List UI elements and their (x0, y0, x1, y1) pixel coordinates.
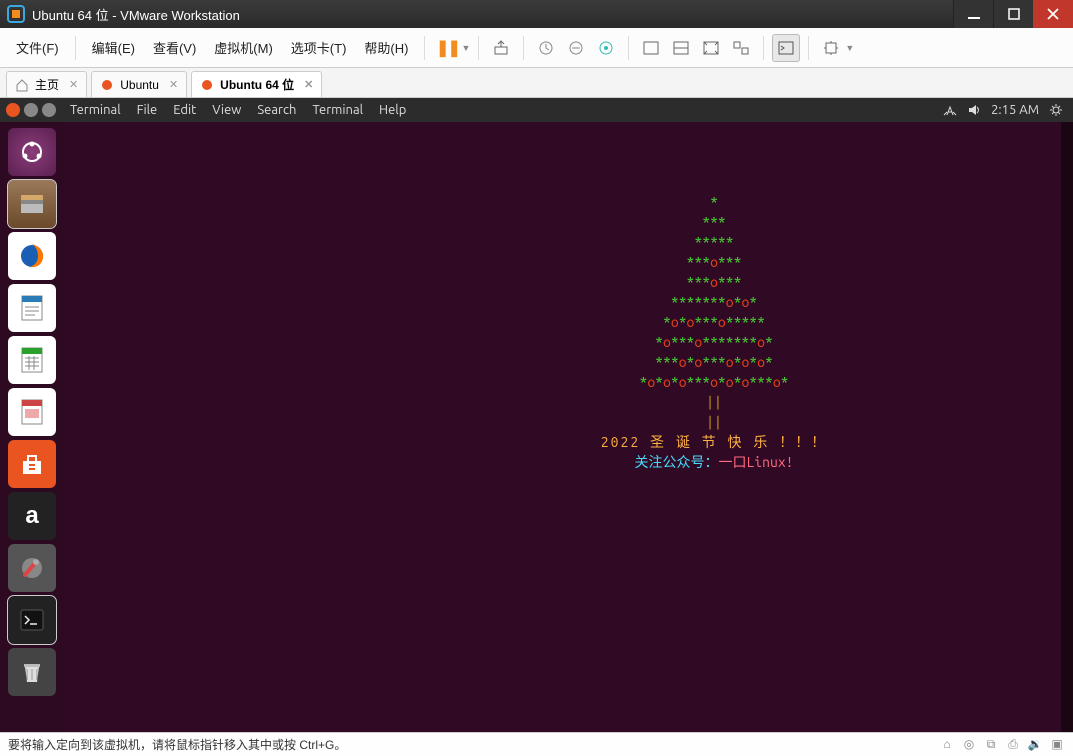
status-hint: 要将输入定向到该虚拟机，请将鼠标指针移入其中或按 Ctrl+G。 (8, 736, 346, 753)
launcher-impress[interactable] (8, 388, 56, 436)
minimize-button[interactable] (953, 0, 993, 28)
app-menu-edit[interactable]: Edit (165, 103, 204, 117)
status-cd-icon[interactable]: ◎ (961, 737, 977, 752)
launcher-dash[interactable] (8, 128, 56, 176)
ubuntu-window-max-icon[interactable] (42, 103, 56, 117)
menu-edit[interactable]: 编辑(E) (84, 34, 143, 61)
snapshot-revert-button[interactable] (562, 34, 590, 62)
app-menu-view[interactable]: View (204, 103, 249, 117)
fullscreen-button[interactable] (697, 34, 725, 62)
app-menu-search[interactable]: Search (249, 103, 304, 117)
status-hdd-icon[interactable]: ⌂ (939, 737, 955, 752)
app-menu-terminal[interactable]: Terminal (62, 103, 129, 117)
launcher-files[interactable] (8, 180, 56, 228)
console-button[interactable] (772, 34, 800, 62)
tab-label: Ubuntu 64 位 (220, 76, 294, 93)
gear-icon[interactable] (1049, 103, 1063, 117)
launcher-writer[interactable] (8, 284, 56, 332)
greeting-line-2a: 关注公众号： (634, 454, 718, 470)
app-menu-terminal2[interactable]: Terminal (304, 103, 371, 117)
home-icon (15, 78, 29, 92)
launcher-firefox[interactable] (8, 232, 56, 280)
app-menu-file[interactable]: File (129, 103, 166, 117)
menu-help[interactable]: 帮助(H) (356, 34, 416, 61)
chevron-down-icon[interactable]: ▼ (845, 43, 854, 53)
status-sound-icon[interactable]: 🔉 (1027, 737, 1043, 752)
vmware-tab-bar: 主页 ✕ Ubuntu ✕ Ubuntu 64 位 ✕ (0, 68, 1073, 98)
unity-launcher: a (0, 122, 64, 732)
sound-icon[interactable] (967, 103, 981, 117)
tab-label: Ubuntu (120, 78, 159, 92)
menu-file[interactable]: 文件(F) (8, 34, 67, 61)
launcher-amazon[interactable]: a (8, 492, 56, 540)
launcher-trash[interactable] (8, 648, 56, 696)
clock-text[interactable]: 2:15 AM (991, 103, 1039, 117)
network-icon[interactable] (943, 103, 957, 117)
tab-home[interactable]: 主页 ✕ (6, 71, 87, 97)
ubuntu-icon (200, 78, 214, 92)
snapshot-button[interactable] (532, 34, 560, 62)
launcher-terminal[interactable] (8, 596, 56, 644)
pause-button[interactable]: ❚❚ (433, 34, 461, 62)
menu-vm[interactable]: 虚拟机(M) (206, 34, 281, 61)
tab-close-icon[interactable]: ✕ (304, 78, 313, 91)
tab-close-icon[interactable]: ✕ (69, 78, 78, 91)
app-menu-help[interactable]: Help (371, 103, 414, 117)
tab-ubuntu64[interactable]: Ubuntu 64 位 ✕ (191, 71, 322, 97)
terminal-output[interactable]: ************o******o**********o*o**o*o**… (64, 122, 1073, 732)
launcher-software[interactable] (8, 440, 56, 488)
ubuntu-window-min-icon[interactable] (24, 103, 38, 117)
status-net-icon[interactable]: ⧉ (983, 737, 999, 752)
stretch-button[interactable] (817, 34, 845, 62)
window-title: Ubuntu 64 位 - VMware Workstation (32, 5, 953, 24)
vmware-app-icon (6, 4, 26, 24)
tab-close-icon[interactable]: ✕ (169, 78, 178, 91)
chevron-down-icon[interactable]: ▼ (461, 43, 470, 53)
greeting-line-1: 2022 圣 诞 节 快 乐 ！！！ (364, 432, 1064, 452)
view-single-button[interactable] (637, 34, 665, 62)
tab-label: 主页 (35, 76, 59, 93)
close-button[interactable] (1033, 0, 1073, 28)
menu-view[interactable]: 查看(V) (145, 34, 204, 61)
view-multi-button[interactable] (667, 34, 695, 62)
maximize-button[interactable] (993, 0, 1033, 28)
unity-button[interactable] (727, 34, 755, 62)
send-ctrl-alt-del-button[interactable] (487, 34, 515, 62)
tab-ubuntu[interactable]: Ubuntu ✕ (91, 71, 187, 97)
menu-tabs[interactable]: 选项卡(T) (283, 34, 355, 61)
status-print-icon[interactable]: ⎙ (1005, 737, 1021, 752)
scrollbar[interactable] (1061, 122, 1073, 732)
status-diskb-icon[interactable]: ▣ (1049, 737, 1065, 752)
ubuntu-window-close-icon[interactable] (6, 103, 20, 117)
ubuntu-icon (100, 78, 114, 92)
snapshot-manager-button[interactable] (592, 34, 620, 62)
greeting-line-2b: 一口Linux! (718, 454, 793, 470)
launcher-settings[interactable] (8, 544, 56, 592)
launcher-calc[interactable] (8, 336, 56, 384)
